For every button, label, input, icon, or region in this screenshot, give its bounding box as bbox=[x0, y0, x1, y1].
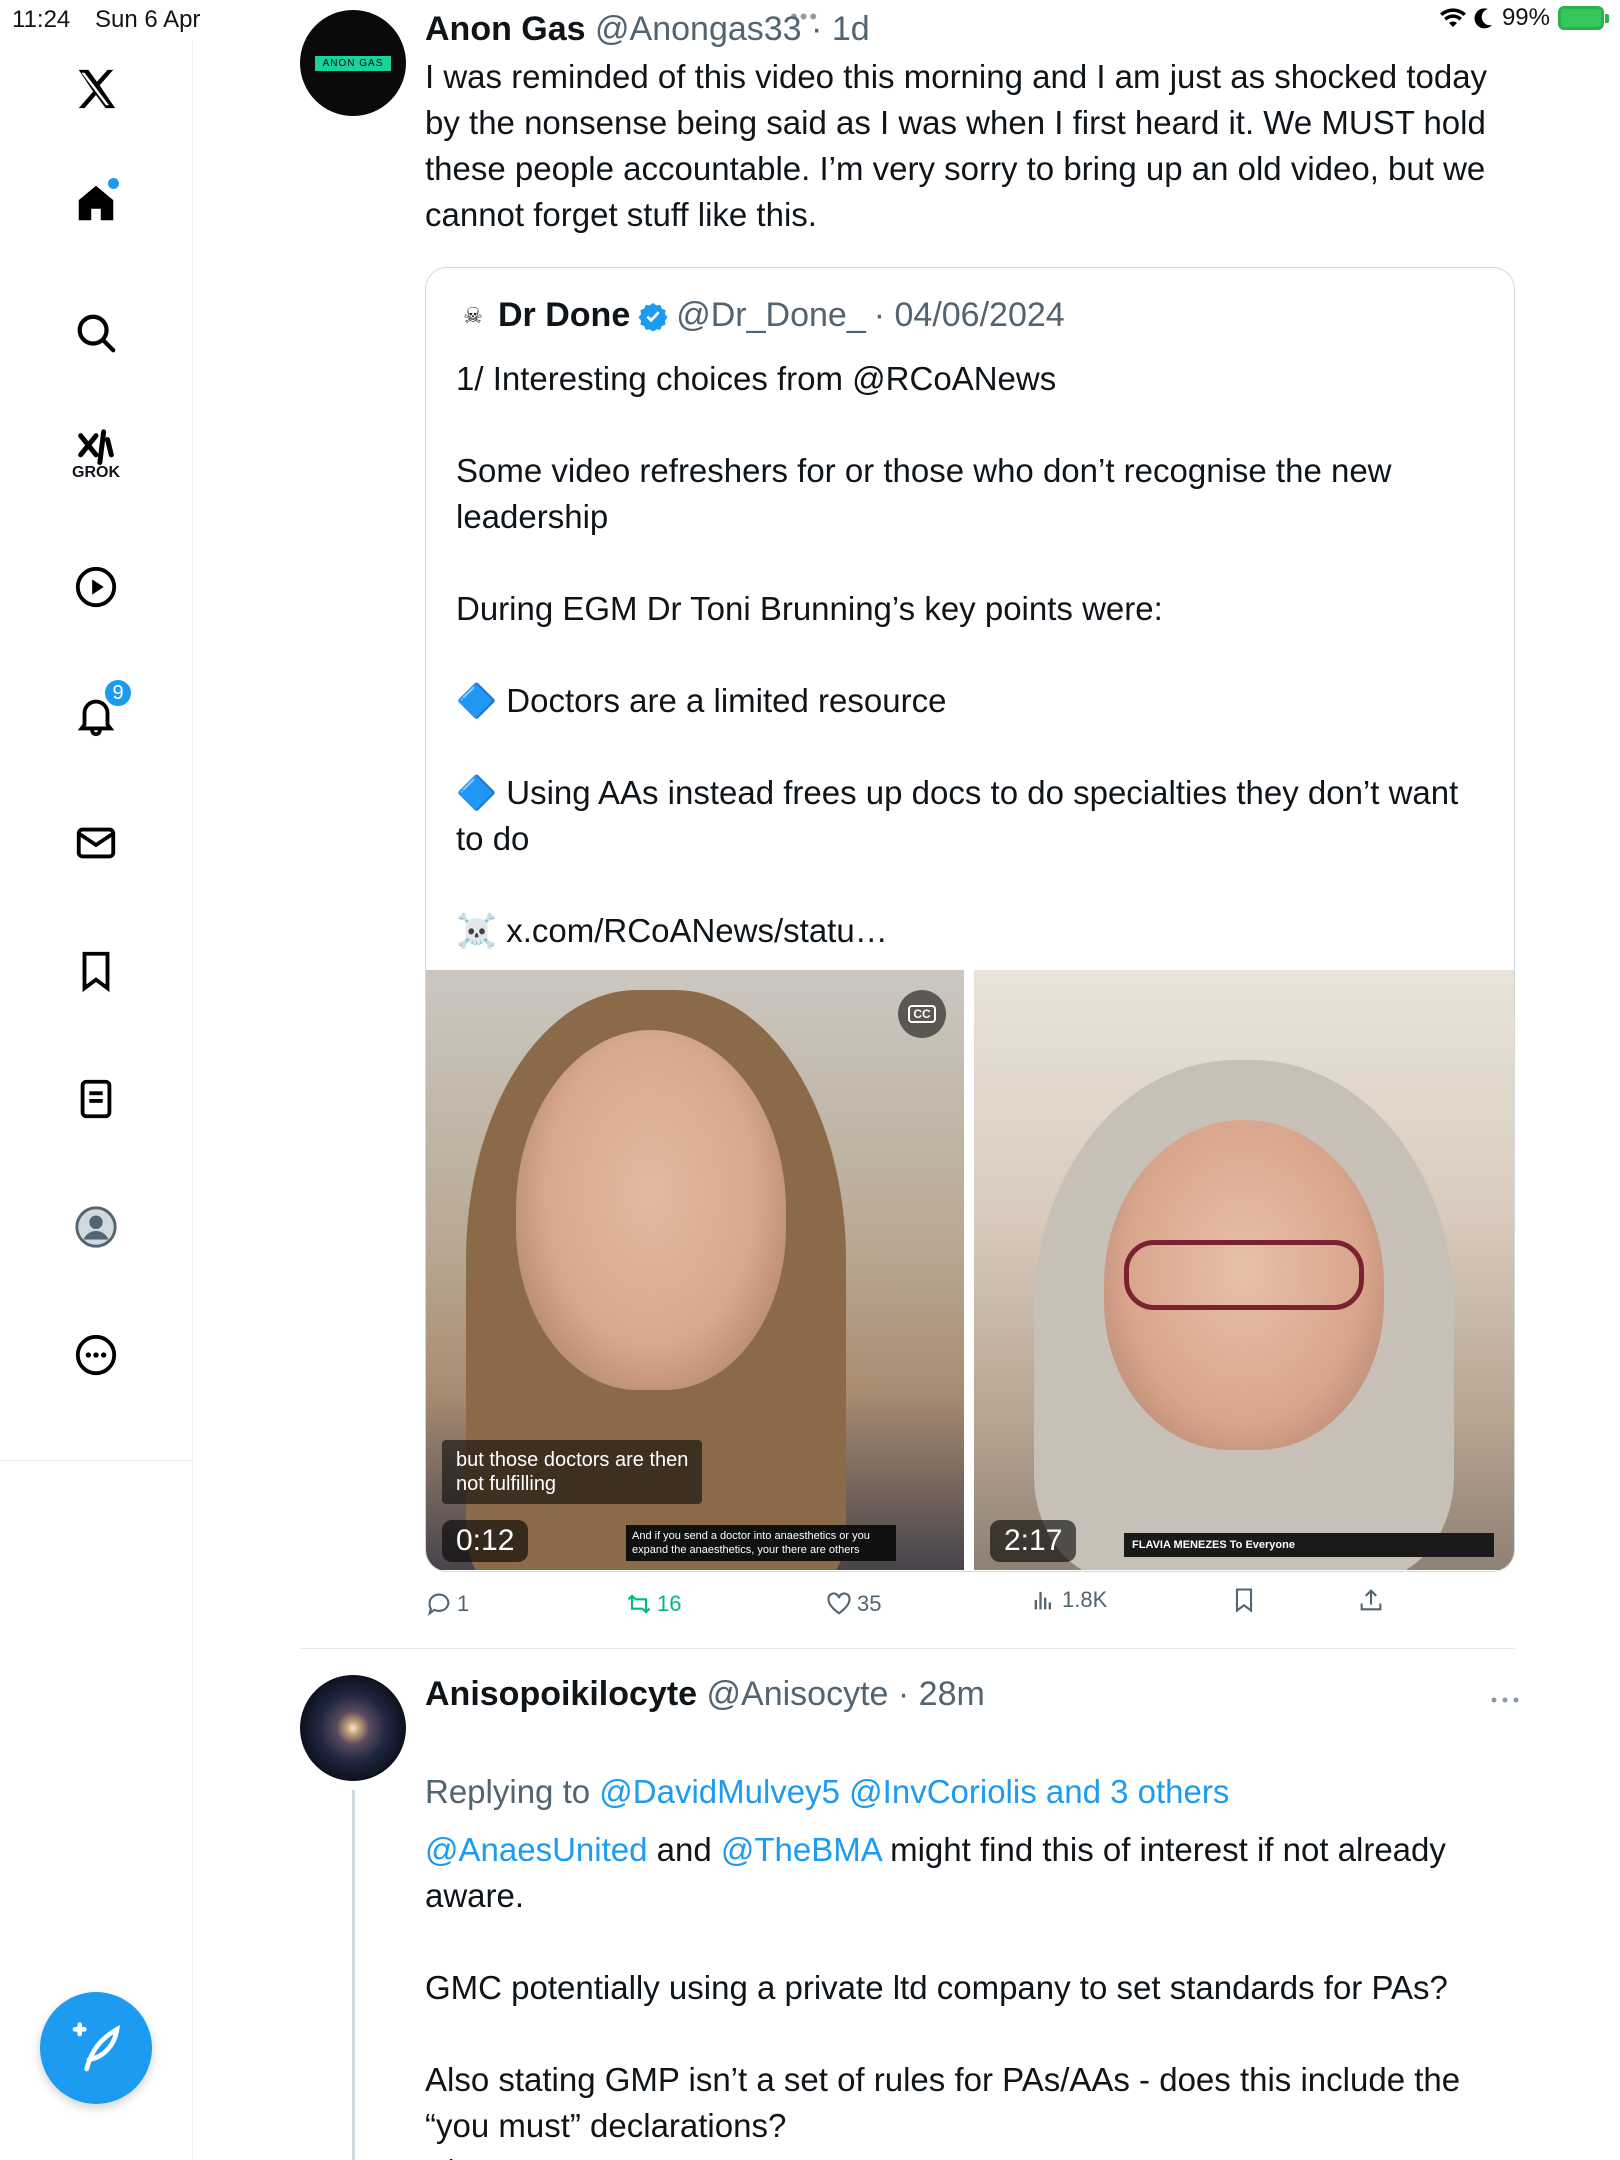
video-duration: 2:17 bbox=[990, 1520, 1077, 1562]
quote-avatar-icon[interactable]: ☠ bbox=[456, 299, 490, 333]
nav-video[interactable] bbox=[71, 562, 121, 612]
author-handle[interactable]: @Anongas33 bbox=[595, 10, 802, 48]
nav-search[interactable] bbox=[71, 308, 121, 358]
avatar[interactable] bbox=[300, 1675, 406, 1781]
video-caption: but those doctors are then not fulfillin… bbox=[442, 1440, 703, 1504]
tweet-time[interactable]: · 28m bbox=[898, 1675, 985, 1713]
x-logo[interactable] bbox=[71, 64, 121, 114]
tweet-text: @AnaesUnited and @TheBMA might find this… bbox=[425, 1827, 1520, 1919]
bookmark-icon bbox=[82, 951, 110, 993]
status-date: Sun 6 Apr bbox=[95, 6, 201, 33]
more-dots-icon bbox=[1491, 1697, 1519, 1703]
reply-button[interactable]: 1 bbox=[425, 1590, 469, 1618]
compose-button[interactable] bbox=[40, 1992, 152, 2104]
video-thumbnail-left[interactable]: CC but those doctors are then not fulfil… bbox=[426, 970, 964, 1570]
author-name[interactable]: Anisopoikilocyte bbox=[425, 1675, 697, 1713]
replying-to-users[interactable]: @DavidMulvey5 @InvCoriolis and 3 others bbox=[599, 1773, 1229, 1810]
quote-author-name[interactable]: Dr Done bbox=[498, 296, 630, 335]
list-icon bbox=[80, 1079, 112, 1119]
tweet-time[interactable]: · 1d bbox=[811, 10, 870, 48]
tweet-actions: 1 16 35 1.8K bbox=[425, 1587, 1520, 1630]
quote-date[interactable]: · 04/06/2024 bbox=[874, 296, 1065, 335]
author-handle[interactable]: @Anisocyte bbox=[707, 1675, 889, 1713]
reply-count: 1 bbox=[457, 1591, 470, 1616]
tweet-text: I was reminded of this video this mornin… bbox=[425, 58, 1488, 233]
nav-home[interactable] bbox=[71, 178, 121, 228]
tweet-text-continued: GMC potentially using a private ltd comp… bbox=[425, 1969, 1461, 2160]
thread-line bbox=[352, 1790, 355, 2160]
like-count: 35 bbox=[857, 1591, 882, 1616]
video-thumbnail-right[interactable]: FLAVIA MENEZES To Everyone 2:17 bbox=[974, 970, 1514, 1570]
sidebar-divider bbox=[0, 1460, 193, 1461]
video-zoom-caption: FLAVIA MENEZES To Everyone bbox=[1124, 1533, 1494, 1557]
verified-badge-icon bbox=[638, 302, 668, 331]
replying-to-label: Replying to bbox=[425, 1773, 600, 1810]
closed-captions-icon[interactable]: CC bbox=[898, 990, 946, 1038]
replying-to: Replying to @DavidMulvey5 @InvCoriolis a… bbox=[425, 1723, 1520, 1815]
mention-link[interactable]: @TheBMA bbox=[721, 1831, 881, 1868]
views-button[interactable]: 1.8K bbox=[1030, 1586, 1107, 1614]
tweet-header: Anisopoikilocyte @Anisocyte · 28m bbox=[425, 1675, 1520, 1719]
views-count: 1.8K bbox=[1062, 1587, 1108, 1612]
compose-feather-icon bbox=[72, 2022, 120, 2072]
notification-badge: 9 bbox=[103, 678, 133, 708]
mail-icon bbox=[76, 827, 116, 859]
more-icon bbox=[75, 1334, 117, 1376]
quote-author-handle[interactable]: @Dr_Done_ bbox=[676, 296, 866, 335]
video-subtitle: And if you send a doctor into anaestheti… bbox=[626, 1525, 896, 1561]
tweet-anon-gas[interactable]: ANON GAS Anon Gas @Anongas33 · 1d I was … bbox=[300, 10, 1520, 1650]
like-button[interactable]: 35 bbox=[825, 1590, 881, 1618]
nav-more[interactable] bbox=[71, 1330, 121, 1380]
quoted-tweet[interactable]: ☠ Dr Done @Dr_Done_ · 04/06/2024 1/ Inte… bbox=[425, 267, 1515, 1572]
status-time: 11:24 bbox=[12, 6, 71, 33]
tweet-more-button[interactable] bbox=[1490, 1675, 1520, 1714]
bookmark-button[interactable] bbox=[1230, 1586, 1258, 1614]
share-icon bbox=[1360, 1589, 1382, 1611]
sidebar: GROK 9 bbox=[0, 40, 193, 2160]
reply-icon bbox=[427, 1593, 450, 1616]
home-unread-dot bbox=[108, 178, 119, 189]
video-duration: 0:12 bbox=[442, 1520, 529, 1562]
retweet-icon bbox=[627, 1594, 651, 1614]
nav-lists[interactable] bbox=[71, 1074, 121, 1124]
author-name[interactable]: Anon Gas bbox=[425, 10, 586, 48]
nav-notifications[interactable]: 9 bbox=[71, 678, 133, 740]
play-icon bbox=[75, 566, 117, 608]
nav-profile[interactable] bbox=[71, 1202, 121, 1252]
video-figure-face bbox=[516, 1030, 786, 1390]
retweet-count: 16 bbox=[657, 1591, 682, 1616]
retweet-button[interactable]: 16 bbox=[625, 1590, 681, 1618]
share-button[interactable] bbox=[1357, 1586, 1385, 1614]
tweet-anisopoikilocyte[interactable]: Anisopoikilocyte @Anisocyte · 28m Replyi… bbox=[300, 1675, 1520, 2160]
battery-icon bbox=[1558, 6, 1609, 30]
quote-header: ☠ Dr Done @Dr_Done_ · 04/06/2024 bbox=[456, 296, 1065, 335]
avatar-icon bbox=[75, 1206, 117, 1248]
video-figure-glasses bbox=[1124, 1240, 1364, 1310]
bookmark-icon bbox=[1235, 1588, 1253, 1613]
search-icon bbox=[77, 314, 116, 353]
quote-text: 1/ Interesting choices from @RCoANews So… bbox=[456, 360, 1459, 949]
grok-label: GROK bbox=[72, 464, 120, 481]
x-logo-icon bbox=[78, 69, 116, 109]
tweet-header: Anon Gas @Anongas33 · 1d bbox=[425, 10, 1520, 54]
nav-bookmarks[interactable] bbox=[71, 946, 121, 996]
tweet-text-segment: and bbox=[647, 1831, 721, 1868]
views-icon bbox=[1034, 1591, 1051, 1610]
heart-icon bbox=[827, 1592, 851, 1615]
tweet-separator bbox=[300, 1648, 1515, 1649]
nav-messages[interactable] bbox=[71, 818, 121, 868]
mention-link[interactable]: @AnaesUnited bbox=[425, 1831, 647, 1868]
nav-grok[interactable]: GROK bbox=[71, 426, 121, 481]
avatar-logo-text: ANON GAS bbox=[314, 55, 392, 71]
avatar[interactable]: ANON GAS bbox=[300, 10, 406, 116]
